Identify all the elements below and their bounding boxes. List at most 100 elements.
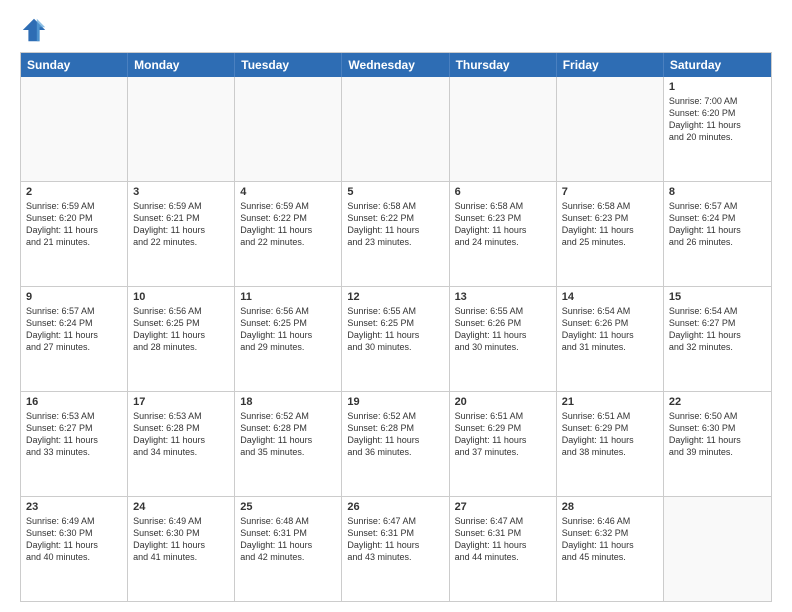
day-number: 16: [26, 396, 122, 408]
day-number: 28: [562, 501, 658, 513]
day-info: Sunrise: 6:57 AMSunset: 6:24 PMDaylight:…: [669, 200, 766, 249]
day-cell-18: 18 Sunrise: 6:52 AMSunset: 6:28 PMDayligh…: [235, 392, 342, 496]
day-cell-12: 12 Sunrise: 6:55 AMSunset: 6:25 PMDayligh…: [342, 287, 449, 391]
day-info: Sunrise: 6:59 AMSunset: 6:21 PMDaylight:…: [133, 200, 229, 249]
day-number: 4: [240, 186, 336, 198]
day-info: Sunrise: 6:49 AMSunset: 6:30 PMDaylight:…: [26, 515, 122, 564]
empty-cell: [450, 77, 557, 181]
day-info: Sunrise: 6:59 AMSunset: 6:20 PMDaylight:…: [26, 200, 122, 249]
day-cell-7: 7 Sunrise: 6:58 AMSunset: 6:23 PMDaylight…: [557, 182, 664, 286]
day-info: Sunrise: 6:52 AMSunset: 6:28 PMDaylight:…: [347, 410, 443, 459]
day-info: Sunrise: 6:55 AMSunset: 6:26 PMDaylight:…: [455, 305, 551, 354]
day-cell-16: 16 Sunrise: 6:53 AMSunset: 6:27 PMDayligh…: [21, 392, 128, 496]
day-info: Sunrise: 6:56 AMSunset: 6:25 PMDaylight:…: [240, 305, 336, 354]
day-info: Sunrise: 6:49 AMSunset: 6:30 PMDaylight:…: [133, 515, 229, 564]
day-number: 26: [347, 501, 443, 513]
day-cell-15: 15 Sunrise: 6:54 AMSunset: 6:27 PMDayligh…: [664, 287, 771, 391]
header-day-thursday: Thursday: [450, 53, 557, 77]
logo: [20, 16, 52, 44]
day-number: 10: [133, 291, 229, 303]
day-info: Sunrise: 6:54 AMSunset: 6:26 PMDaylight:…: [562, 305, 658, 354]
day-number: 3: [133, 186, 229, 198]
day-number: 1: [669, 81, 766, 93]
header-day-monday: Monday: [128, 53, 235, 77]
day-number: 15: [669, 291, 766, 303]
day-cell-20: 20 Sunrise: 6:51 AMSunset: 6:29 PMDayligh…: [450, 392, 557, 496]
day-info: Sunrise: 6:56 AMSunset: 6:25 PMDaylight:…: [133, 305, 229, 354]
empty-cell: [557, 77, 664, 181]
day-number: 25: [240, 501, 336, 513]
empty-cell: [128, 77, 235, 181]
day-cell-5: 5Sunrise: 6:58 AMSunset: 6:22 PMDaylight…: [342, 182, 449, 286]
day-info: Sunrise: 6:53 AMSunset: 6:27 PMDaylight:…: [26, 410, 122, 459]
header-day-tuesday: Tuesday: [235, 53, 342, 77]
calendar-header: SundayMondayTuesdayWednesdayThursdayFrid…: [21, 53, 771, 77]
day-cell-17: 17Sunrise: 6:53 AMSunset: 6:28 PMDayligh…: [128, 392, 235, 496]
day-cell-27: 27Sunrise: 6:47 AMSunset: 6:31 PMDayligh…: [450, 497, 557, 601]
day-cell-21: 21Sunrise: 6:51 AMSunset: 6:29 PMDayligh…: [557, 392, 664, 496]
day-number: 7: [562, 186, 658, 198]
day-info: Sunrise: 6:58 AMSunset: 6:22 PMDaylight:…: [347, 200, 443, 249]
day-info: Sunrise: 6:58 AMSunset: 6:23 PMDaylight:…: [562, 200, 658, 249]
day-cell-19: 19 Sunrise: 6:52 AMSunset: 6:28 PMDayligh…: [342, 392, 449, 496]
header: [20, 16, 772, 44]
day-cell-6: 6 Sunrise: 6:58 AMSunset: 6:23 PMDaylight…: [450, 182, 557, 286]
day-info: Sunrise: 6:47 AMSunset: 6:31 PMDaylight:…: [455, 515, 551, 564]
day-cell-14: 14 Sunrise: 6:54 AMSunset: 6:26 PMDayligh…: [557, 287, 664, 391]
week-row-4: 23 Sunrise: 6:49 AMSunset: 6:30 PMDayligh…: [21, 497, 771, 601]
day-number: 8: [669, 186, 766, 198]
day-info: Sunrise: 6:52 AMSunset: 6:28 PMDaylight:…: [240, 410, 336, 459]
day-cell-25: 25 Sunrise: 6:48 AMSunset: 6:31 PMDayligh…: [235, 497, 342, 601]
day-info: Sunrise: 6:57 AMSunset: 6:24 PMDaylight:…: [26, 305, 122, 354]
day-number: 23: [26, 501, 122, 513]
day-number: 9: [26, 291, 122, 303]
day-info: Sunrise: 6:58 AMSunset: 6:23 PMDaylight:…: [455, 200, 551, 249]
day-number: 14: [562, 291, 658, 303]
day-info: Sunrise: 6:54 AMSunset: 6:27 PMDaylight:…: [669, 305, 766, 354]
empty-cell: [21, 77, 128, 181]
day-info: Sunrise: 6:59 AMSunset: 6:22 PMDaylight:…: [240, 200, 336, 249]
day-number: 20: [455, 396, 551, 408]
day-info: Sunrise: 6:50 AMSunset: 6:30 PMDaylight:…: [669, 410, 766, 459]
day-number: 17: [133, 396, 229, 408]
day-cell-9: 9 Sunrise: 6:57 AMSunset: 6:24 PMDaylight…: [21, 287, 128, 391]
day-info: Sunrise: 6:47 AMSunset: 6:31 PMDaylight:…: [347, 515, 443, 564]
day-number: 18: [240, 396, 336, 408]
header-day-friday: Friday: [557, 53, 664, 77]
week-row-2: 9 Sunrise: 6:57 AMSunset: 6:24 PMDaylight…: [21, 287, 771, 392]
page: SundayMondayTuesdayWednesdayThursdayFrid…: [0, 0, 792, 612]
day-number: 2: [26, 186, 122, 198]
calendar-body: 1 Sunrise: 7:00 AMSunset: 6:20 PMDaylight…: [21, 77, 771, 601]
day-number: 11: [240, 291, 336, 303]
day-cell-24: 24 Sunrise: 6:49 AMSunset: 6:30 PMDayligh…: [128, 497, 235, 601]
day-cell-26: 26 Sunrise: 6:47 AMSunset: 6:31 PMDayligh…: [342, 497, 449, 601]
logo-icon: [20, 16, 48, 44]
day-info: Sunrise: 7:00 AMSunset: 6:20 PMDaylight:…: [669, 95, 766, 144]
day-info: Sunrise: 6:51 AMSunset: 6:29 PMDaylight:…: [562, 410, 658, 459]
calendar: SundayMondayTuesdayWednesdayThursdayFrid…: [20, 52, 772, 602]
day-info: Sunrise: 6:46 AMSunset: 6:32 PMDaylight:…: [562, 515, 658, 564]
empty-cell: [664, 497, 771, 601]
day-number: 24: [133, 501, 229, 513]
day-number: 6: [455, 186, 551, 198]
day-number: 12: [347, 291, 443, 303]
day-cell-28: 28 Sunrise: 6:46 AMSunset: 6:32 PMDayligh…: [557, 497, 664, 601]
day-info: Sunrise: 6:48 AMSunset: 6:31 PMDaylight:…: [240, 515, 336, 564]
day-cell-3: 3 Sunrise: 6:59 AMSunset: 6:21 PMDaylight…: [128, 182, 235, 286]
day-cell-13: 13Sunrise: 6:55 AMSunset: 6:26 PMDayligh…: [450, 287, 557, 391]
day-cell-8: 8 Sunrise: 6:57 AMSunset: 6:24 PMDaylight…: [664, 182, 771, 286]
week-row-0: 1 Sunrise: 7:00 AMSunset: 6:20 PMDaylight…: [21, 77, 771, 182]
day-cell-22: 22Sunrise: 6:50 AMSunset: 6:30 PMDayligh…: [664, 392, 771, 496]
day-cell-23: 23 Sunrise: 6:49 AMSunset: 6:30 PMDayligh…: [21, 497, 128, 601]
header-day-saturday: Saturday: [664, 53, 771, 77]
day-info: Sunrise: 6:51 AMSunset: 6:29 PMDaylight:…: [455, 410, 551, 459]
day-cell-4: 4 Sunrise: 6:59 AMSunset: 6:22 PMDaylight…: [235, 182, 342, 286]
day-number: 19: [347, 396, 443, 408]
header-day-sunday: Sunday: [21, 53, 128, 77]
day-info: Sunrise: 6:55 AMSunset: 6:25 PMDaylight:…: [347, 305, 443, 354]
day-cell-1: 1 Sunrise: 7:00 AMSunset: 6:20 PMDaylight…: [664, 77, 771, 181]
week-row-1: 2 Sunrise: 6:59 AMSunset: 6:20 PMDaylight…: [21, 182, 771, 287]
header-day-wednesday: Wednesday: [342, 53, 449, 77]
day-cell-2: 2 Sunrise: 6:59 AMSunset: 6:20 PMDaylight…: [21, 182, 128, 286]
empty-cell: [342, 77, 449, 181]
